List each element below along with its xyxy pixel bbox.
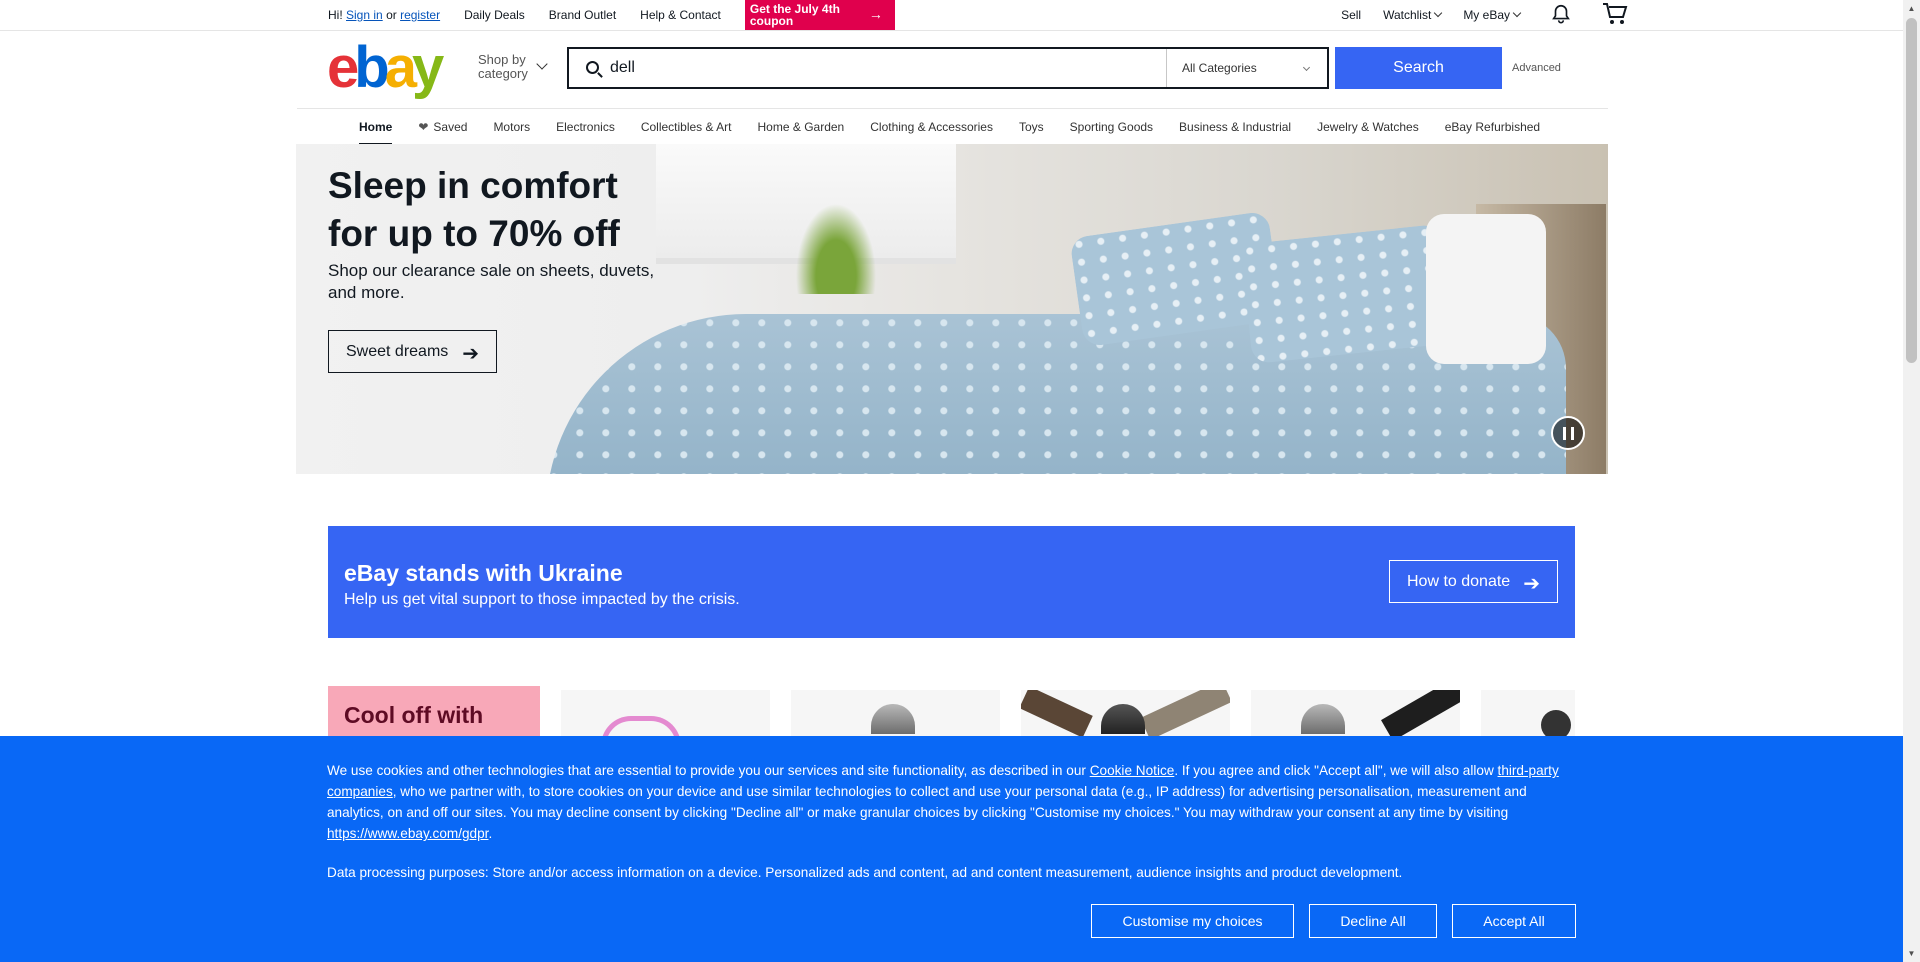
hero-plant-image	[796, 204, 876, 294]
search-icon	[586, 61, 599, 74]
page-scrollbar[interactable]: ▲ ▼	[1903, 0, 1920, 962]
data-processing-purposes: Data processing purposes: Store and/or a…	[327, 865, 1403, 880]
arrow-right-icon: →	[868, 6, 883, 22]
page: Hi! Sign in or register Daily Deals Bran…	[0, 0, 1903, 962]
fan-blade-image	[1021, 690, 1093, 736]
product-image	[1541, 710, 1571, 736]
sign-in-link[interactable]: Sign in	[346, 8, 383, 22]
scroll-thumb[interactable]	[1906, 18, 1917, 363]
chevron-down-icon	[1434, 8, 1443, 18]
ukraine-title: eBay stands with Ukraine	[344, 560, 623, 586]
greeting: Hi! Sign in or register	[328, 8, 441, 22]
fan-image	[871, 704, 915, 734]
search-bar: All Categories	[567, 47, 1329, 89]
how-to-donate-button[interactable]: How to donate ➔	[1389, 560, 1558, 603]
nav-item-home[interactable]: Home	[359, 109, 393, 145]
my-ebay-dropdown[interactable]: My eBay	[1463, 8, 1522, 22]
advanced-search-link[interactable]: Advanced	[1512, 62, 1561, 74]
search-input[interactable]	[569, 49, 1166, 87]
hero-white-pillow-image	[1426, 214, 1546, 364]
daily-deals-link[interactable]: Daily Deals	[464, 8, 525, 22]
ebay-logo[interactable]: ebay	[327, 39, 444, 97]
hero-banner[interactable]: Sleep in comfort for up to 70% off Shop …	[296, 144, 1608, 474]
promo-card-title: Cool off with	[344, 702, 484, 728]
nav-item-motors[interactable]: Motors	[493, 109, 530, 145]
ukraine-banner: eBay stands with Ukraine Help us get vit…	[328, 526, 1575, 638]
hero-title: Sleep in comfort for up to 70% off	[328, 165, 620, 254]
arrow-right-icon: ➔	[462, 343, 479, 365]
pause-icon[interactable]	[1551, 416, 1585, 450]
chevron-down-icon	[1302, 63, 1311, 72]
sell-link[interactable]: Sell	[1341, 8, 1361, 22]
product-tile[interactable]	[1021, 690, 1230, 736]
promo-coupon-button[interactable]: Get the July 4th coupon →	[744, 0, 895, 30]
cookie-text: We use cookies and other technologies th…	[327, 763, 1559, 841]
nav-item-business[interactable]: Business & Industrial	[1179, 109, 1291, 145]
nav-item-home-garden[interactable]: Home & Garden	[758, 109, 845, 145]
customise-choices-button[interactable]: Customise my choices	[1091, 904, 1294, 938]
scroll-down-icon[interactable]: ▼	[1903, 945, 1920, 962]
nav-item-clothing[interactable]: Clothing & Accessories	[870, 109, 993, 145]
nav-item-toys[interactable]: Toys	[1019, 109, 1044, 145]
fan-blade-image	[1381, 690, 1460, 736]
nav-item-sporting-goods[interactable]: Sporting Goods	[1070, 109, 1153, 145]
bell-icon[interactable]	[1550, 3, 1572, 28]
product-tile[interactable]	[561, 690, 770, 736]
register-link[interactable]: register	[400, 8, 440, 22]
top-bar: Hi! Sign in or register Daily Deals Bran…	[0, 0, 1903, 31]
search-button[interactable]: Search	[1335, 47, 1502, 89]
hero-subtitle: Shop our clearance sale on sheets, duvet…	[328, 261, 655, 302]
category-nav: Home ❤ Saved Motors Electronics Collectib…	[297, 108, 1608, 145]
hero-pillow-image	[1240, 223, 1452, 365]
gdpr-link[interactable]: https://www.ebay.com/gdpr	[327, 826, 488, 841]
decline-all-button[interactable]: Decline All	[1309, 904, 1437, 938]
watchlist-dropdown[interactable]: Watchlist	[1383, 8, 1443, 22]
arrow-right-icon: ➔	[1523, 573, 1540, 595]
category-select[interactable]: All Categories	[1166, 49, 1327, 87]
product-tile[interactable]	[1481, 690, 1575, 736]
product-image	[601, 716, 681, 736]
chevron-down-icon	[536, 58, 548, 70]
sweet-dreams-button[interactable]: Sweet dreams ➔	[328, 330, 497, 373]
cart-icon[interactable]	[1602, 2, 1628, 29]
heart-icon: ❤	[418, 119, 429, 134]
chevron-down-icon	[1512, 8, 1522, 18]
nav-item-collectibles[interactable]: Collectibles & Art	[641, 109, 732, 145]
nav-item-electronics[interactable]: Electronics	[556, 109, 615, 145]
promo-card[interactable]: Cool off with	[328, 686, 540, 736]
accept-all-button[interactable]: Accept All	[1452, 904, 1576, 938]
cookie-notice-link[interactable]: Cookie Notice	[1090, 763, 1175, 778]
fan-blade-image	[1140, 690, 1230, 736]
nav-item-saved[interactable]: ❤ Saved	[418, 109, 467, 145]
nav-item-refurbished[interactable]: eBay Refurbished	[1445, 109, 1540, 145]
shop-by-category-button[interactable]: Shop by category	[478, 53, 548, 81]
ukraine-subtitle: Help us get vital support to those impac…	[344, 591, 740, 608]
product-tile[interactable]	[791, 690, 1000, 736]
fan-image	[1301, 704, 1345, 734]
fan-image	[1101, 704, 1145, 734]
cookie-consent-banner: We use cookies and other technologies th…	[0, 736, 1903, 962]
brand-outlet-link[interactable]: Brand Outlet	[549, 8, 616, 22]
product-tile[interactable]	[1251, 690, 1460, 736]
help-contact-link[interactable]: Help & Contact	[640, 8, 721, 22]
nav-item-jewelry[interactable]: Jewelry & Watches	[1317, 109, 1419, 145]
scroll-up-icon[interactable]: ▲	[1903, 0, 1920, 17]
